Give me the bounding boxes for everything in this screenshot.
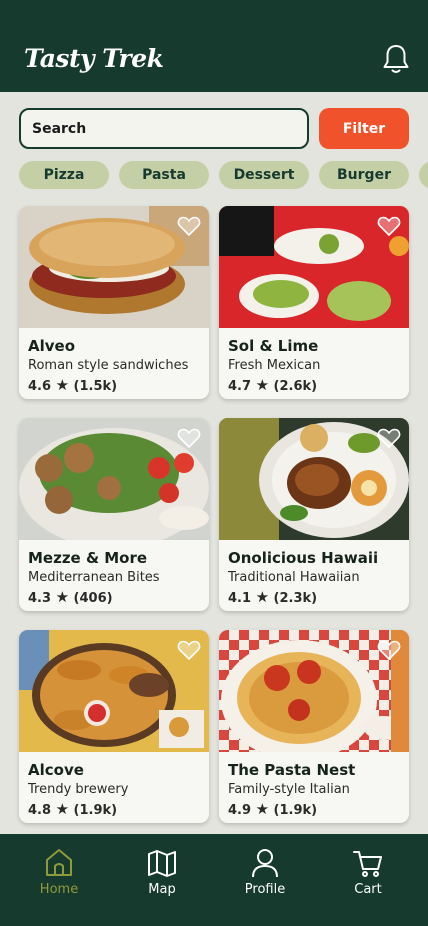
restaurant-rating: 4.1 ★ (2.3k)	[228, 588, 317, 606]
favorite-heart-icon[interactable]	[177, 639, 201, 661]
restaurant-name: Alveo	[28, 337, 76, 355]
home-icon	[46, 849, 72, 876]
restaurant-description: Roman style sandwiches	[28, 358, 189, 373]
review-count: (1.9k)	[73, 803, 118, 818]
restaurant-rating: 4.9 ★ (1.9k)	[228, 800, 317, 818]
cart-icon	[353, 851, 382, 877]
app-header: Tasty Trek	[0, 0, 428, 92]
restaurant-card[interactable]: Sol & Lime Fresh Mexican 4.7 ★ (2.6k)	[219, 206, 409, 399]
restaurant-rating: 4.8 ★ (1.9k)	[28, 800, 117, 818]
rating-value: 4.1	[228, 591, 252, 606]
favorite-heart-icon[interactable]	[377, 639, 401, 661]
profile-icon	[252, 849, 278, 878]
favorite-heart-icon[interactable]	[377, 427, 401, 449]
bottom-nav: Home Map Profile Cart	[0, 834, 428, 926]
review-count: (2.3k)	[273, 591, 318, 606]
nav-label: Profile	[244, 882, 286, 897]
category-chip-more[interactable]	[419, 161, 428, 189]
nav-label: Map	[148, 882, 176, 897]
search-input[interactable]	[19, 108, 309, 149]
restaurant-card[interactable]: Alcove Trendy brewery 4.8 ★ (1.9k)	[19, 630, 209, 823]
restaurant-card[interactable]: Alveo Roman style sandwiches 4.6 ★ (1.5k…	[19, 206, 209, 399]
review-count: (1.9k)	[273, 803, 318, 818]
rating-value: 4.6	[28, 379, 52, 394]
favorite-heart-icon[interactable]	[377, 215, 401, 237]
review-count: (406)	[73, 591, 113, 606]
rating-value: 4.3	[28, 591, 52, 606]
category-chip-dessert[interactable]: Dessert	[219, 161, 309, 189]
category-chip-burger[interactable]: Burger	[319, 161, 409, 189]
review-count: (1.5k)	[73, 379, 118, 394]
restaurant-rating: 4.6 ★ (1.5k)	[28, 376, 117, 394]
category-chip-pasta[interactable]: Pasta	[119, 161, 209, 189]
restaurant-name: Mezze & More	[28, 549, 148, 567]
category-chip-pizza[interactable]: Pizza	[19, 161, 109, 189]
restaurant-card[interactable]: Mezze & More Mediterranean Bites 4.3 ★ (…	[19, 418, 209, 611]
nav-item-profile[interactable]: Profile	[215, 834, 315, 926]
restaurant-description: Traditional Hawaiian	[228, 570, 360, 585]
restaurant-rating: 4.7 ★ (2.6k)	[228, 376, 317, 394]
star-icon: ★	[255, 588, 270, 606]
rating-value: 4.9	[228, 803, 252, 818]
restaurant-name: Onolicious Hawaii	[228, 549, 379, 567]
nav-item-map[interactable]: Map	[112, 834, 212, 926]
restaurant-description: Fresh Mexican	[228, 358, 321, 373]
star-icon: ★	[255, 376, 270, 394]
restaurant-description: Family-style Italian	[228, 782, 350, 797]
nav-label: Home	[39, 882, 79, 897]
rating-value: 4.8	[28, 803, 52, 818]
star-icon: ★	[55, 376, 70, 394]
restaurant-name: Alcove	[28, 761, 84, 779]
restaurant-description: Mediterranean Bites	[28, 570, 160, 585]
nav-item-home[interactable]: Home	[9, 834, 109, 926]
favorite-heart-icon[interactable]	[177, 215, 201, 237]
star-icon: ★	[55, 588, 70, 606]
category-chips: Pizza Pasta Dessert Burger	[19, 161, 428, 190]
restaurant-rating: 4.3 ★ (406)	[28, 588, 113, 606]
filter-button[interactable]: Filter	[319, 108, 409, 149]
bell-icon[interactable]	[380, 42, 412, 76]
nav-item-cart[interactable]: Cart	[318, 834, 418, 926]
map-icon	[148, 850, 176, 877]
favorite-heart-icon[interactable]	[177, 427, 201, 449]
review-count: (2.6k)	[273, 379, 318, 394]
restaurant-name: Sol & Lime	[228, 337, 319, 355]
restaurant-name: The Pasta Nest	[228, 761, 356, 779]
star-icon: ★	[255, 800, 270, 818]
nav-label: Cart	[354, 882, 382, 897]
rating-value: 4.7	[228, 379, 252, 394]
star-icon: ★	[55, 800, 70, 818]
restaurant-card[interactable]: The Pasta Nest Family-style Italian 4.9 …	[219, 630, 409, 823]
restaurant-description: Trendy brewery	[28, 782, 129, 797]
app-logo: Tasty Trek	[24, 44, 164, 73]
restaurant-card[interactable]: Onolicious Hawaii Traditional Hawaiian 4…	[219, 418, 409, 611]
